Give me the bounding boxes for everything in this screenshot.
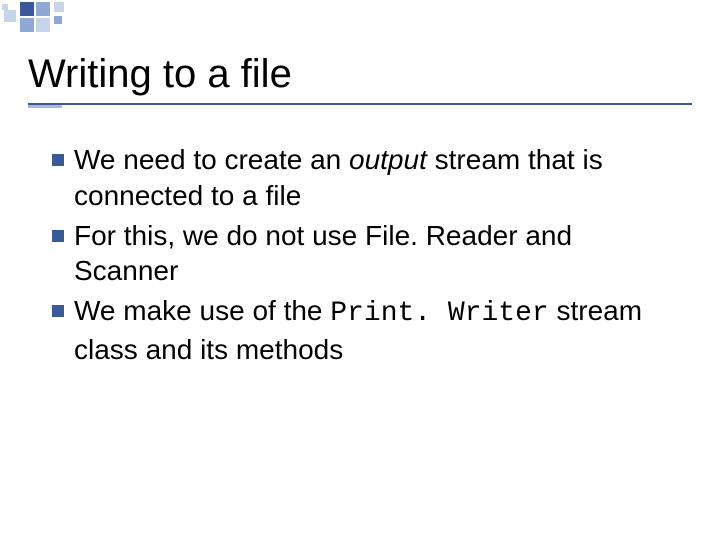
slide-title: Writing to a file <box>28 52 692 105</box>
list-item: We need to create an output stream that … <box>52 142 680 214</box>
corner-decoration <box>2 2 142 32</box>
text-fragment: We need to create an <box>74 144 349 175</box>
list-item: We make use of the Print. Writer stream … <box>52 293 680 368</box>
slide-body: We need to create an output stream that … <box>52 142 680 372</box>
title-accent <box>28 105 62 108</box>
bullet-square-icon <box>52 230 64 242</box>
text-emphasis: output <box>349 144 427 175</box>
list-item: For this, we do not use File. Reader and… <box>52 218 680 290</box>
bullet-square-icon <box>52 154 64 166</box>
text-code: Print. Writer <box>330 298 548 329</box>
title-container: Writing to a file <box>28 52 692 105</box>
bullet-text: We need to create an output stream that … <box>74 142 680 214</box>
text-fragment: For this, we do not use File. Reader and… <box>74 220 572 287</box>
text-fragment: We make use of the <box>74 295 330 326</box>
bullet-text: For this, we do not use File. Reader and… <box>74 218 680 290</box>
bullet-text: We make use of the Print. Writer stream … <box>74 293 680 368</box>
bullet-square-icon <box>52 305 64 317</box>
